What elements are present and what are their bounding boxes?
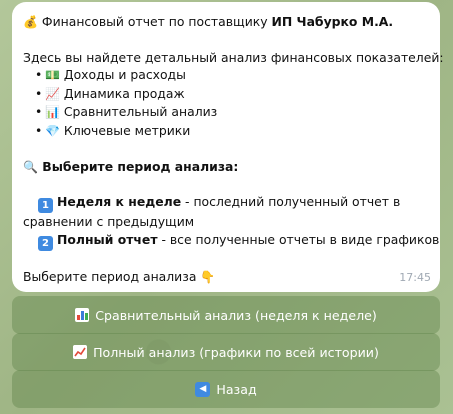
compare-analysis-button[interactable]: Сравнительный анализ (неделя к неделе) <box>12 296 440 334</box>
option-full-title: Полный отчет <box>57 232 158 248</box>
list-item-label: Сравнительный анализ <box>63 104 218 120</box>
keycap-two-icon: 2 <box>38 236 53 252</box>
option-week: 1 Неделя к неделе - последний полученный … <box>23 193 426 214</box>
option-week-desc-cont: сравнении с предыдущим <box>23 214 195 230</box>
back-button[interactable]: ◀ Назад <box>12 370 440 408</box>
pointing-down-icon: 👇 <box>200 270 216 285</box>
header-prefix: Финансовый отчет по поставщику <box>41 14 272 29</box>
list-item: • 💵 Доходы и расходы <box>23 66 426 85</box>
footer-label: Выберите период анализа <box>23 269 197 285</box>
prompt-heading: 🔍 Выберите период анализа: <box>23 158 426 177</box>
back-arrow-icon: ◀ <box>195 381 211 397</box>
list-item: • 📊 Сравнительный анализ <box>23 103 426 122</box>
keycap-one-icon: 1 <box>38 198 53 214</box>
prompt-heading-text: Выберите период анализа: <box>42 158 239 174</box>
message-bubble: 💰 Финансовый отчет по поставщику ИП Чабу… <box>12 2 444 292</box>
money-icon: 💵 <box>45 68 60 83</box>
magnifier-icon: 🔍 <box>23 159 38 174</box>
message-header: 💰 Финансовый отчет по поставщику ИП Чабу… <box>23 13 426 32</box>
full-analysis-button[interactable]: Полный анализ (графики по всей истории) <box>12 333 440 371</box>
intro-text: Здесь вы найдете детальный анализ финанс… <box>23 49 444 65</box>
back-label: Назад <box>216 381 257 397</box>
compare-analysis-label: Сравнительный анализ (неделя к неделе) <box>95 307 377 323</box>
option-week-title: Неделя к неделе <box>57 194 182 210</box>
feature-list: • 💵 Доходы и расходы • 📈 Динамика продаж •… <box>23 66 426 140</box>
footer-text: Выберите период анализа 👇 <box>23 268 426 287</box>
trend-chart-icon <box>73 345 88 359</box>
supplier-name: ИП Чабурко М.А. <box>271 14 394 29</box>
full-analysis-label: Полный анализ (графики по всей истории) <box>93 344 379 360</box>
list-item-label: Доходы и расходы <box>63 67 186 83</box>
bar-chart-icon: 📊 <box>45 105 60 120</box>
option-week-desc: - последний полученный отчет в <box>181 194 401 210</box>
diamond-icon: 💎 <box>45 123 60 138</box>
list-item: • 📈 Динамика продаж <box>23 85 426 104</box>
option-full: 2 Полный отчет - все полученные отчеты в … <box>23 231 439 252</box>
list-item-label: Ключевые метрики <box>63 122 191 138</box>
list-item: • 💎 Ключевые метрики <box>23 122 426 141</box>
message-time: 17:45 <box>399 271 431 285</box>
list-item-label: Динамика продаж <box>63 85 185 101</box>
bar-chart-icon <box>75 308 90 322</box>
trend-chart-icon: 📈 <box>45 86 60 101</box>
option-full-desc: - все полученные отчеты в виде графиков <box>157 232 440 248</box>
money-bag-icon: 💰 <box>23 15 38 29</box>
